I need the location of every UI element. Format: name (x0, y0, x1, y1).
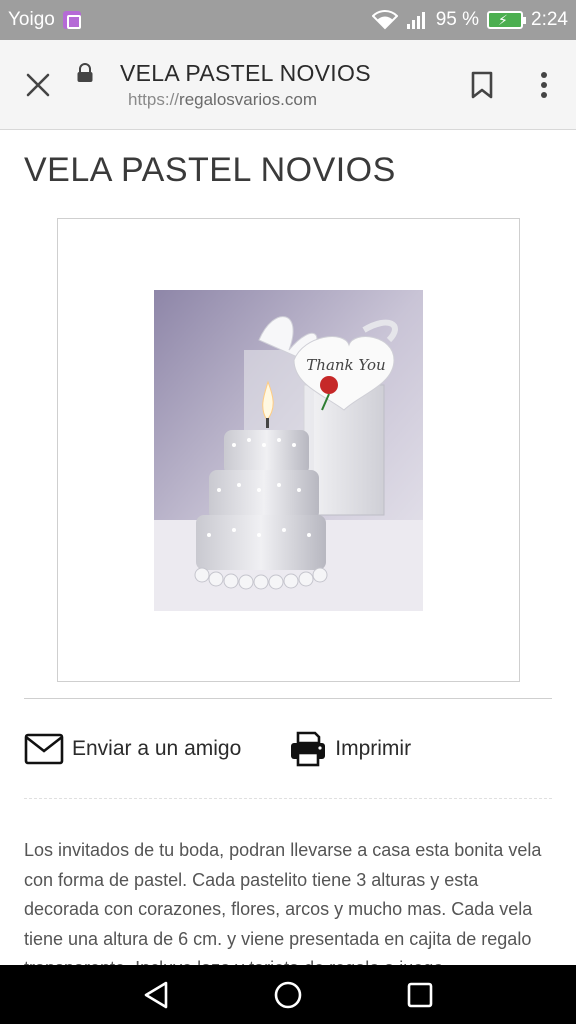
carrier-app-icon (62, 11, 81, 29)
carrier-name: Yoigo (8, 9, 55, 30)
signal-icon (406, 10, 428, 30)
email-friend-link[interactable]: Enviar a un amigo (24, 733, 241, 765)
toolbar-title-area[interactable]: VELA PASTEL NOVIOS https://regalosvarios… (76, 60, 452, 110)
home-icon (274, 981, 302, 1008)
product-image[interactable]: Thank You (154, 290, 423, 611)
recents-icon (407, 982, 433, 1007)
clock: 2:24 (531, 9, 568, 30)
print-link[interactable]: Imprimir (289, 731, 411, 767)
more-vert-icon (541, 71, 547, 98)
divider (24, 698, 552, 699)
share-actions: Enviar a un amigo Imprimir (24, 729, 411, 769)
lock-icon (68, 63, 102, 83)
more-options-button[interactable] (512, 40, 576, 130)
product-image-frame: Thank You (57, 218, 520, 682)
wifi-icon (371, 10, 398, 30)
battery-percent: 95 % (435, 9, 480, 30)
close-button[interactable] (0, 40, 76, 130)
bookmark-icon (471, 71, 493, 98)
back-button[interactable] (126, 965, 186, 1024)
recents-button[interactable] (390, 965, 450, 1024)
toolbar-page-title: VELA PASTEL NOVIOS (120, 59, 371, 86)
custom-tab-toolbar: VELA PASTEL NOVIOS https://regalosvarios… (0, 40, 576, 130)
page-title: VELA PASTEL NOVIOS (24, 151, 396, 189)
envelope-icon (24, 733, 64, 765)
divider-dashed (24, 798, 552, 799)
back-icon (144, 981, 168, 1008)
status-bar: Yoigo 95 % ⚡ 2:24 (0, 0, 576, 40)
system-nav-bar (0, 965, 576, 1024)
email-friend-label: Enviar a un amigo (72, 737, 242, 760)
home-button[interactable] (258, 965, 318, 1024)
close-icon (26, 73, 50, 96)
print-label: Imprimir (335, 737, 412, 760)
bookmark-button[interactable] (452, 40, 512, 130)
printer-icon (291, 731, 326, 767)
url-scheme: https:// (128, 89, 180, 109)
page-content[interactable]: VELA PASTEL NOVIOS Thank You Enviar a un… (0, 131, 576, 965)
url-host: regalosvarios.com (179, 89, 317, 109)
battery-charging-icon: ⚡ (487, 11, 527, 29)
tag-text: Thank You (306, 356, 385, 374)
status-right: 95 % ⚡ 2:24 (371, 9, 568, 31)
product-description: Los invitados de tu boda, podran llevars… (24, 840, 542, 965)
toolbar-url: https://regalosvarios.com (128, 90, 452, 110)
status-left: Yoigo (8, 9, 81, 31)
